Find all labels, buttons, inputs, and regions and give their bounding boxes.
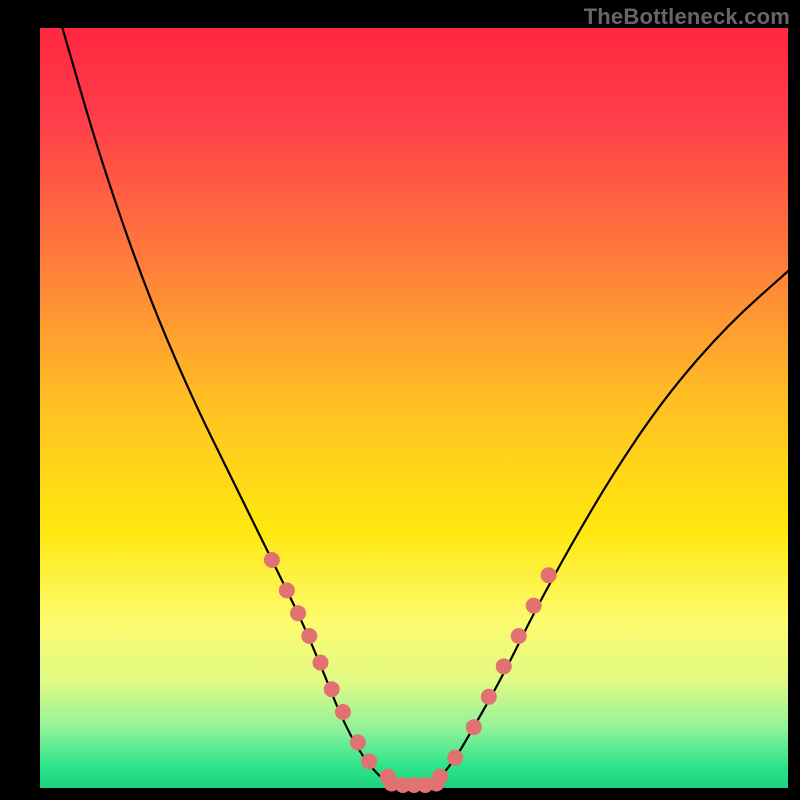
marker-right-markers [447, 750, 463, 766]
watermark-label: TheBottleneck.com [584, 4, 790, 30]
plot-background [40, 28, 788, 788]
marker-left-markers [290, 605, 306, 621]
marker-left-markers [279, 582, 295, 598]
bottleneck-chart [0, 0, 800, 800]
chart-stage: TheBottleneck.com [0, 0, 800, 800]
marker-right-markers [511, 628, 527, 644]
marker-left-markers [313, 655, 329, 671]
marker-left-markers [361, 753, 377, 769]
marker-right-markers [526, 598, 542, 614]
marker-bottom-markers [428, 775, 444, 791]
marker-left-markers [301, 628, 317, 644]
marker-right-markers [541, 567, 557, 583]
marker-left-markers [264, 552, 280, 568]
marker-left-markers [335, 704, 351, 720]
marker-right-markers [481, 689, 497, 705]
marker-left-markers [324, 681, 340, 697]
marker-right-markers [496, 658, 512, 674]
marker-left-markers [350, 734, 366, 750]
marker-right-markers [466, 719, 482, 735]
